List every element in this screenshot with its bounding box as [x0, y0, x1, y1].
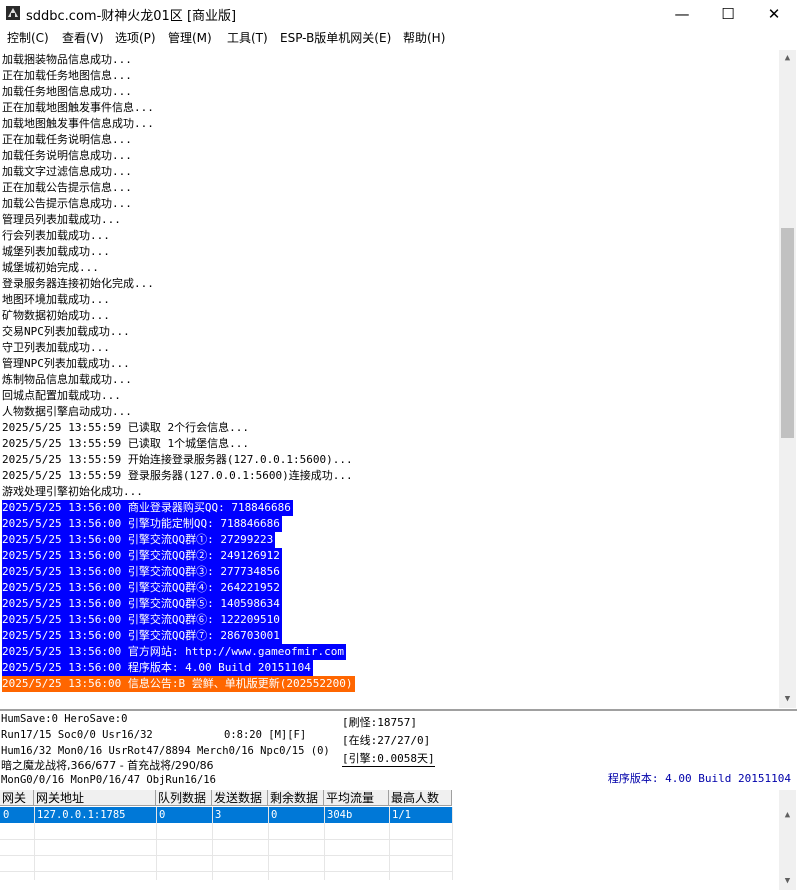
menu-bar: 控制(C) 查看(V) 选项(P) 管理(M) 工具(T) ESP-B版单机网关… [0, 28, 797, 48]
scroll-thumb[interactable] [781, 228, 794, 438]
log-line: 地图环境加载成功... [2, 293, 110, 306]
menu-control[interactable]: 控制(C) [7, 29, 49, 46]
log-line: 行会列表加载成功... [2, 229, 110, 242]
col-address[interactable]: 网关地址 [34, 790, 156, 806]
col-queue[interactable]: 队列数据 [156, 790, 212, 806]
col-max-users[interactable]: 最高人数 [389, 790, 452, 806]
menu-help[interactable]: 帮助(H) [403, 29, 445, 46]
log-line: 正在加载任务地图信息... [2, 69, 132, 82]
log-line: 城堡列表加载成功... [2, 245, 110, 258]
grid-line [0, 871, 452, 872]
log-line: 2025/5/25 13:56:00 引擎交流QQ群③: 277734856 [2, 564, 282, 580]
log-line: 2025/5/25 13:55:59 登录服务器(127.0.0.1:5600)… [2, 469, 353, 482]
log-line: 登录服务器连接初始化完成... [2, 277, 154, 290]
col-sent[interactable]: 发送数据 [212, 790, 268, 806]
log-line: 正在加载任务说明信息... [2, 133, 132, 146]
status-mon: MonG0/0/16 MonP0/16/47 ObjRun16/16 [1, 774, 216, 786]
log-line: 2025/5/25 13:56:00 引擎交流QQ群⑤: 140598634 [2, 596, 282, 612]
log-line: 2025/5/25 13:55:59 已读取 2个行会信息... [2, 421, 249, 434]
status-run: Run17/15 Soc0/0 Usr16/32 [1, 729, 153, 741]
grid-line [156, 807, 157, 880]
status-panel: HumSave:0 HeroSave:0 Run17/15 Soc0/0 Usr… [0, 711, 797, 789]
log-line: 守卫列表加载成功... [2, 341, 110, 354]
log-line: 矿物数据初始成功... [2, 309, 110, 322]
app-icon [6, 6, 20, 20]
log-line: 加载地图触发事件信息成功... [2, 117, 154, 130]
cell-sent: 3 [215, 809, 222, 821]
menu-options[interactable]: 选项(P) [115, 29, 156, 46]
log-line: 2025/5/25 13:56:00 商业登录器购买QQ: 718846686 [2, 500, 293, 516]
log-scrollbar[interactable]: ▲ ▼ [779, 50, 796, 708]
status-boss: 暗之魔龙战将,366/677 - 首充战将/290/86 [1, 759, 214, 772]
table-scrollbar[interactable]: ▲ ▼ [779, 790, 796, 890]
cell-max-users: 1/1 [392, 809, 411, 821]
log-line: 人物数据引擎启动成功... [2, 405, 132, 418]
menu-view[interactable]: 查看(V) [62, 29, 104, 46]
grid-line [34, 807, 35, 880]
log-line: 2025/5/25 13:56:00 引擎交流QQ群④: 264221952 [2, 580, 282, 596]
scroll-down-icon[interactable]: ▼ [779, 873, 796, 890]
log-line: 2025/5/25 13:56:00 引擎交流QQ群①: 27299223 [2, 532, 276, 548]
engine-days: [引擎:0.0058天] [342, 752, 435, 767]
log-line: 2025/5/25 13:56:00 引擎交流QQ群②: 249126912 [2, 548, 282, 564]
scroll-up-icon[interactable]: ▲ [779, 50, 796, 67]
log-line: 2025/5/25 13:56:00 引擎功能定制QQ: 718846686 [2, 516, 282, 532]
col-remaining[interactable]: 剩余数据 [268, 790, 324, 806]
log-line: 管理NPC列表加载成功... [2, 357, 130, 370]
log-line: 加载捆装物品信息成功... [2, 53, 132, 66]
log-line: 交易NPC列表加载成功... [2, 325, 130, 338]
scroll-up-icon[interactable]: ▲ [779, 807, 796, 824]
window-title: sddbc.com-财神火龙01区 [商业版] [26, 9, 237, 24]
col-traffic[interactable]: 平均流量 [324, 790, 389, 806]
grid-line [212, 807, 213, 880]
cell-queue: 0 [159, 809, 166, 821]
log-line: 炼制物品信息加载成功... [2, 373, 132, 386]
scroll-down-icon[interactable]: ▼ [779, 691, 796, 708]
log-line: 游戏处理引擎初始化成功... [2, 485, 143, 498]
menu-tools[interactable]: 工具(T) [227, 29, 268, 46]
log-line: 2025/5/25 13:56:00 程序版本: 4.00 Build 2015… [2, 660, 313, 676]
log-line: 城堡城初始完成... [2, 261, 99, 274]
status-uptime: 0:8:20 [M][F] [224, 729, 307, 741]
version-label: 程序版本: 4.00 Build 20151104 [607, 772, 791, 785]
log-line: 2025/5/25 13:55:59 开始连接登录服务器(127.0.0.1:5… [2, 453, 353, 466]
log-line: 2025/5/25 13:56:00 信息公告:B 尝鲜、单机版更新(20255… [2, 676, 355, 692]
grid-line [389, 807, 390, 880]
log-line: 2025/5/25 13:55:59 已读取 1个城堡信息... [2, 437, 249, 450]
grid-line [324, 807, 325, 880]
close-button[interactable]: ✕ [751, 0, 797, 28]
log-line: 管理员列表加载成功... [2, 213, 121, 226]
title-bar: sddbc.com-财神火龙01区 [商业版] — ☐ ✕ [0, 0, 797, 28]
log-line: 加载任务说明信息成功... [2, 149, 132, 162]
col-gateway[interactable]: 网关 [0, 790, 34, 806]
maximize-button[interactable]: ☐ [705, 0, 751, 28]
log-line: 正在加载地图触发事件信息... [2, 101, 154, 114]
grid-line [0, 839, 452, 840]
status-hum: Hum16/32 Mon0/16 UsrRot47/8894 Merch0/16… [1, 745, 330, 757]
log-line: 加载文字过滤信息成功... [2, 165, 132, 178]
gateway-table[interactable]: 网关 网关地址 队列数据 发送数据 剩余数据 平均流量 最高人数 0 127.0… [0, 790, 779, 890]
refresh-count: [刷怪:18757] [342, 716, 417, 729]
log-line: 2025/5/25 13:56:00 引擎交流QQ群⑥: 122209510 [2, 612, 282, 628]
grid-line [268, 807, 269, 880]
grid-line [0, 855, 452, 856]
log-line: 回城点配置加载成功... [2, 389, 121, 402]
log-line: 加载任务地图信息成功... [2, 85, 132, 98]
log-line: 2025/5/25 13:56:00 官方网站: http://www.game… [2, 644, 347, 660]
log-line: 加载公告提示信息成功... [2, 197, 132, 210]
cell-remaining: 0 [271, 809, 278, 821]
status-save: HumSave:0 HeroSave:0 [1, 713, 128, 725]
grid-line [452, 807, 453, 880]
menu-gateway[interactable]: ESP-B版单机网关(E) [280, 29, 391, 46]
log-line: 2025/5/25 13:56:00 引擎交流QQ群⑦: 286703001 [2, 628, 282, 644]
minimize-button[interactable]: — [659, 0, 705, 28]
menu-manage[interactable]: 管理(M) [168, 29, 212, 46]
cell-gateway: 0 [3, 809, 10, 821]
log-panel[interactable]: 加载捆装物品信息成功... 正在加载任务地图信息... 加载任务地图信息成功... 正… [0, 50, 779, 708]
cell-traffic: 304b [327, 809, 353, 821]
log-line: 正在加载公告提示信息... [2, 181, 132, 194]
online-count: [在线:27/27/0] [342, 734, 431, 747]
cell-address: 127.0.0.1:1785 [37, 809, 126, 821]
